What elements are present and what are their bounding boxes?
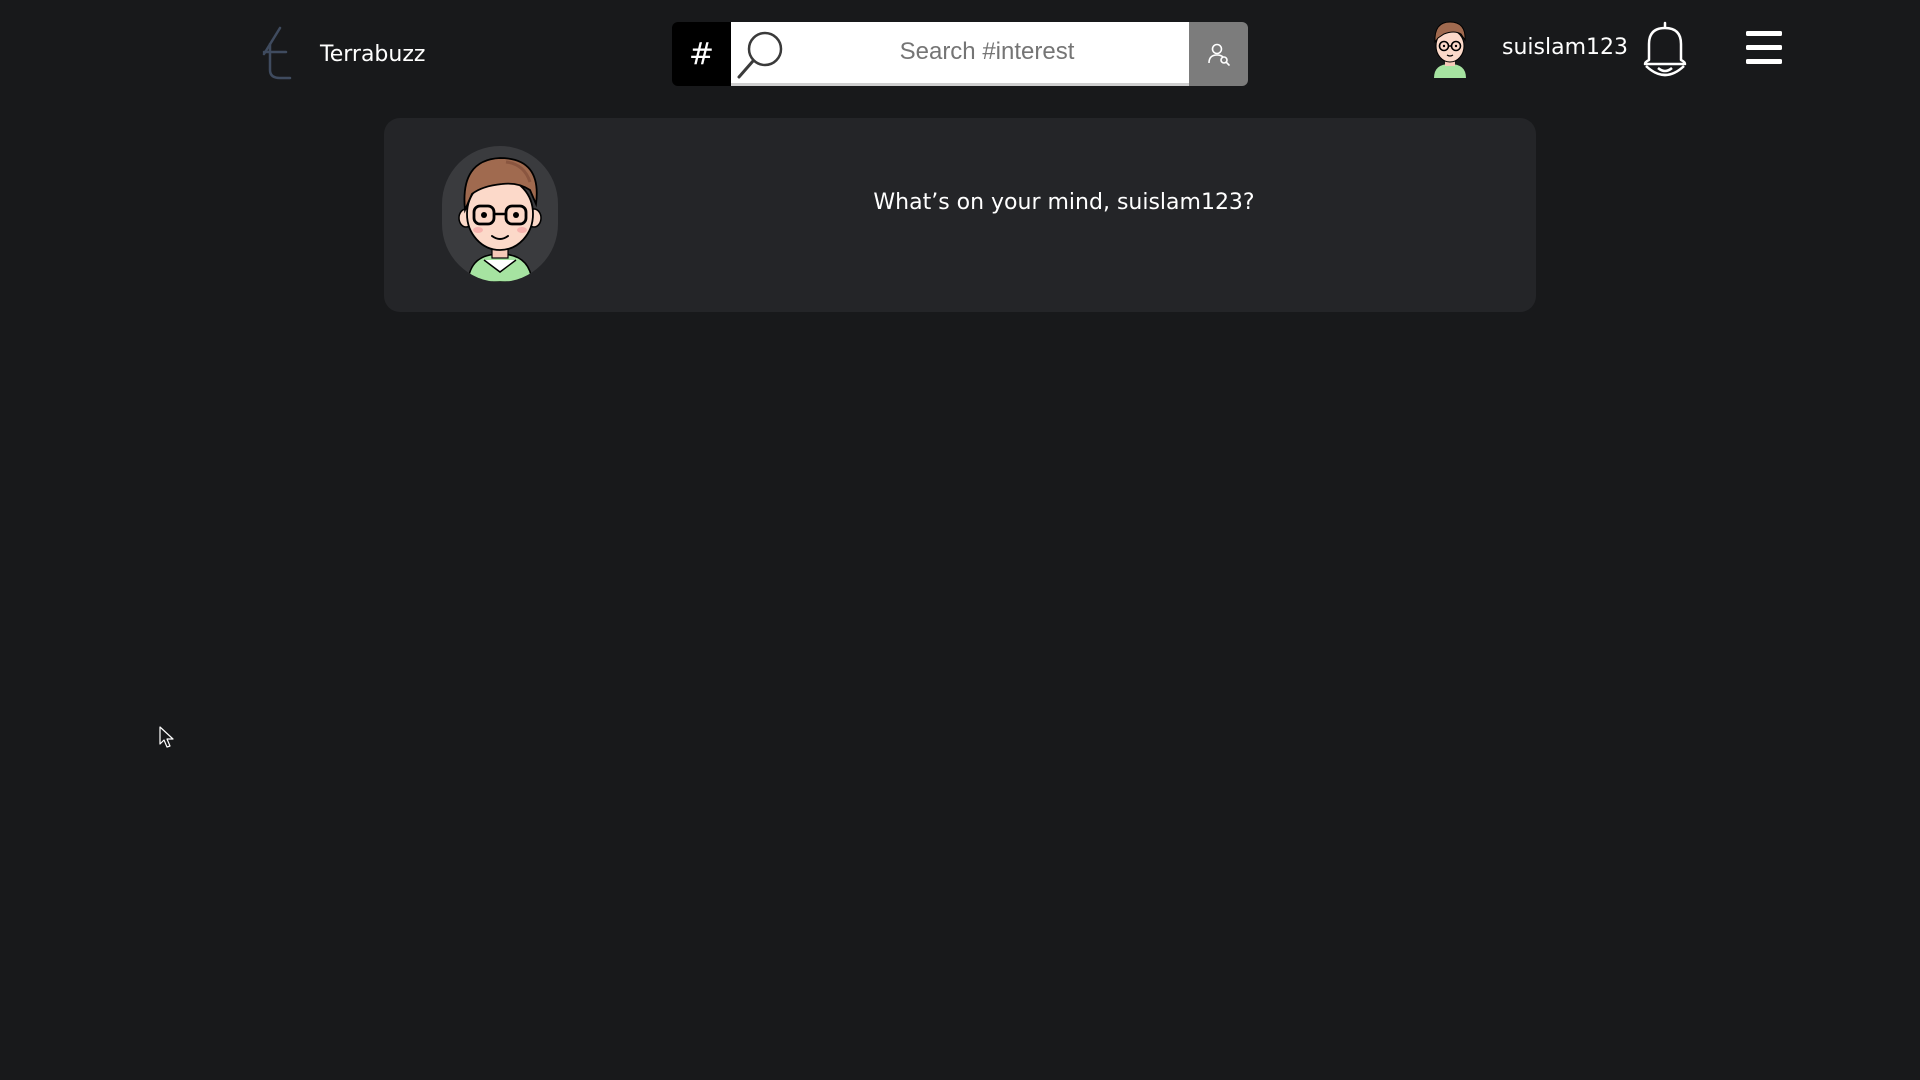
brand-name[interactable]: Terrabuzz bbox=[320, 42, 425, 67]
search-field-wrapper bbox=[731, 22, 1189, 86]
hamburger-menu-icon[interactable] bbox=[1744, 28, 1784, 68]
user-search-icon bbox=[1207, 43, 1230, 66]
magnifier-icon bbox=[737, 31, 783, 79]
username-label[interactable]: suislam123 bbox=[1502, 35, 1628, 60]
composer-avatar bbox=[442, 146, 558, 282]
search-submit-button[interactable] bbox=[1189, 22, 1248, 86]
interest-search-bar: # bbox=[672, 22, 1248, 86]
brand[interactable]: Terrabuzz bbox=[250, 24, 425, 84]
app-page: Terrabuzz # Search #interest suislam123 … bbox=[0, 0, 1920, 1080]
post-composer-card[interactable]: What’s on your mind, suislam123? bbox=[384, 118, 1536, 312]
user-profile-link[interactable]: suislam123 bbox=[1426, 16, 1628, 78]
hashtag-prefix: # bbox=[672, 22, 731, 86]
avatar-icon[interactable] bbox=[1426, 16, 1474, 78]
terrabuzz-logo-icon[interactable] bbox=[250, 24, 300, 84]
composer-prompt[interactable]: What’s on your mind, suislam123? bbox=[634, 190, 1494, 215]
search-input[interactable] bbox=[791, 22, 1183, 82]
mouse-pointer-icon bbox=[159, 726, 174, 748]
avatar-icon bbox=[458, 157, 542, 282]
bell-icon[interactable] bbox=[1640, 20, 1690, 78]
top-navigation-bar: Terrabuzz # Search #interest suislam123 bbox=[0, 0, 1920, 110]
